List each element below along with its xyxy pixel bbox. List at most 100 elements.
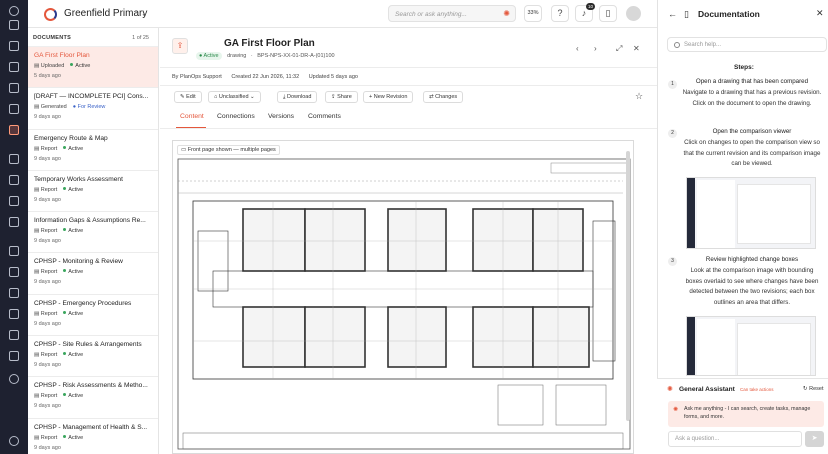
users-icon[interactable]	[9, 217, 19, 227]
list-item[interactable]: [DRAFT — INCOMPLETE PCI] Cons... ▤ Genera…	[28, 88, 158, 130]
tag-badge: Report	[40, 352, 58, 359]
new-revision-button[interactable]: + New Revision	[363, 91, 414, 103]
classification-select[interactable]: ⌂ Unclassified ⌄	[208, 91, 261, 103]
apps-icon[interactable]	[9, 62, 19, 72]
list-item[interactable]: Information Gaps & Assumptions Re... ▤ Re…	[28, 212, 158, 254]
assistant-message: ✺ Ask me anything - I can search, create…	[668, 401, 824, 427]
document-tags: ▤ Report Active	[34, 393, 158, 401]
zoom-level[interactable]: 33%	[524, 5, 542, 22]
grid-icon[interactable]	[9, 41, 19, 51]
edit-button[interactable]: ✎ Edit	[174, 91, 202, 103]
document-date: 9 days ago	[34, 279, 61, 286]
prev-doc-icon[interactable]: ‹	[576, 44, 579, 53]
bell-icon: ♪	[581, 8, 587, 18]
tab-comments[interactable]: Comments	[308, 113, 341, 120]
tab-content[interactable]: Content	[180, 113, 204, 120]
expand-icon[interactable]: ⤢	[616, 44, 622, 54]
drawing-viewer[interactable]: ▭ Front page shown — multiple pages	[172, 140, 634, 454]
upload-icon[interactable]: ⇪	[172, 38, 188, 54]
project-name[interactable]: Greenfield Primary	[64, 8, 147, 19]
steps-heading: Steps:	[734, 64, 754, 71]
calendar-icon[interactable]	[9, 83, 19, 93]
share-button[interactable]: ⇪ Share	[325, 91, 358, 103]
list-item[interactable]: CPHSP - Emergency Procedures ▤ Report Acti…	[28, 295, 158, 337]
assistant-input[interactable]: Ask a question...	[668, 431, 802, 447]
list-item[interactable]: CPHSP - Management of Health & S... ▤ Rep…	[28, 419, 158, 454]
analytics-icon[interactable]	[9, 330, 19, 340]
reset-label: Reset	[809, 386, 824, 392]
globe-icon[interactable]	[9, 374, 19, 384]
download-button[interactable]: ⤓ Download	[277, 91, 318, 103]
link-icon[interactable]	[9, 351, 19, 361]
new-revision-label: New Revision	[373, 94, 408, 100]
tag-icon: ▤	[34, 434, 41, 441]
chart-icon[interactable]	[9, 104, 19, 114]
viewer-scrollbar[interactable]	[626, 151, 630, 421]
tab-versions[interactable]: Versions	[268, 113, 294, 120]
file-icon[interactable]	[9, 288, 19, 298]
documents-icon[interactable]	[9, 125, 19, 135]
assistant-subtitle: Can take actions	[740, 387, 774, 392]
docs-button[interactable]: ▯	[599, 5, 617, 22]
report-icon[interactable]	[9, 309, 19, 319]
document-tags: ▤ Report Active	[34, 187, 158, 195]
star-icon[interactable]: ☆	[635, 91, 643, 102]
document-date: 9 days ago	[34, 362, 61, 369]
document-tags: ▤ Report Active	[34, 435, 158, 443]
list-item[interactable]: Temporary Works Assessment ▤ Report Active…	[28, 171, 158, 213]
home-icon[interactable]	[9, 6, 19, 16]
status-badge: ● Active	[196, 52, 222, 60]
tag-badge: Report	[40, 393, 58, 400]
back-arrow-icon[interactable]: ←	[668, 9, 677, 19]
close-icon[interactable]: ✕	[633, 44, 640, 53]
app-logo[interactable]	[44, 8, 57, 21]
viewer-note-text: Front page shown — multiple pages	[187, 147, 276, 153]
settings-icon[interactable]	[9, 436, 19, 446]
tag-icon: ▤	[34, 145, 41, 152]
box-icon[interactable]	[9, 196, 19, 206]
global-search[interactable]: Search or ask anything... ✺	[388, 5, 516, 22]
changes-button[interactable]: ⇄ Changes	[423, 91, 464, 103]
layers-icon[interactable]	[9, 175, 19, 185]
assistant-message-text: Ask me anything - I can search, create t…	[684, 406, 811, 420]
tag-icon: ▤	[34, 63, 41, 69]
inbox-icon[interactable]	[9, 20, 19, 30]
list-item[interactable]: CPHSP - Site Rules & Arrangements ▤ Repor…	[28, 336, 158, 378]
avatar[interactable]	[626, 6, 641, 21]
list-item[interactable]: CPHSP - Risk Assessments & Metho... ▤ Rep…	[28, 377, 158, 419]
status-badge: Active	[63, 269, 83, 275]
document-date: 9 days ago	[34, 155, 61, 162]
list-icon[interactable]	[9, 267, 19, 277]
send-icon[interactable]: ➤	[805, 431, 824, 447]
chevron-down-icon[interactable]: ⌄	[141, 9, 148, 18]
list-item[interactable]: CPHSP - Monitoring & Review ▤ Report Activ…	[28, 253, 158, 295]
document-title: GA First Floor Plan	[34, 52, 90, 59]
list-item[interactable]: GA First Floor Plan ▤ Uploaded Active 5 day…	[28, 47, 158, 89]
next-doc-icon[interactable]: ›	[594, 44, 597, 53]
schedule-icon[interactable]	[9, 246, 19, 256]
document-info: By PlanOps Support Created 22 Jun 2026, …	[172, 74, 366, 80]
building-icon[interactable]	[9, 154, 19, 164]
document-date: 9 days ago	[34, 320, 61, 327]
status-badge: Active	[63, 393, 83, 399]
help-button[interactable]: ?	[551, 5, 569, 22]
status-badge: Active	[63, 311, 83, 317]
reset-button[interactable]: ↻ Reset	[803, 386, 824, 392]
status-label: Active	[203, 53, 219, 59]
separator: ·	[250, 53, 253, 59]
divider	[160, 128, 657, 129]
help-search-input[interactable]: Search help...	[667, 37, 827, 52]
tag-badge: For Review	[77, 104, 106, 111]
status-badge: Active	[63, 228, 83, 234]
help-icon: ?	[557, 8, 563, 18]
sparkle-icon: ✺	[673, 407, 679, 413]
document-date: 9 days ago	[34, 196, 61, 203]
close-icon[interactable]: ✕	[816, 8, 824, 19]
top-bar: Greenfield Primary ⌄ Search or ask anyth…	[28, 0, 657, 28]
status-badge: Active	[63, 352, 83, 358]
notifications-button[interactable]: ♪ 10	[575, 3, 595, 22]
updated-date: Updated 5 days ago	[308, 74, 358, 80]
list-item[interactable]: Emergency Route & Map ▤ Report Active 9 day…	[28, 130, 158, 171]
document-tags: ▤ Report Active	[34, 146, 158, 154]
tab-connections[interactable]: Connections	[217, 113, 255, 120]
